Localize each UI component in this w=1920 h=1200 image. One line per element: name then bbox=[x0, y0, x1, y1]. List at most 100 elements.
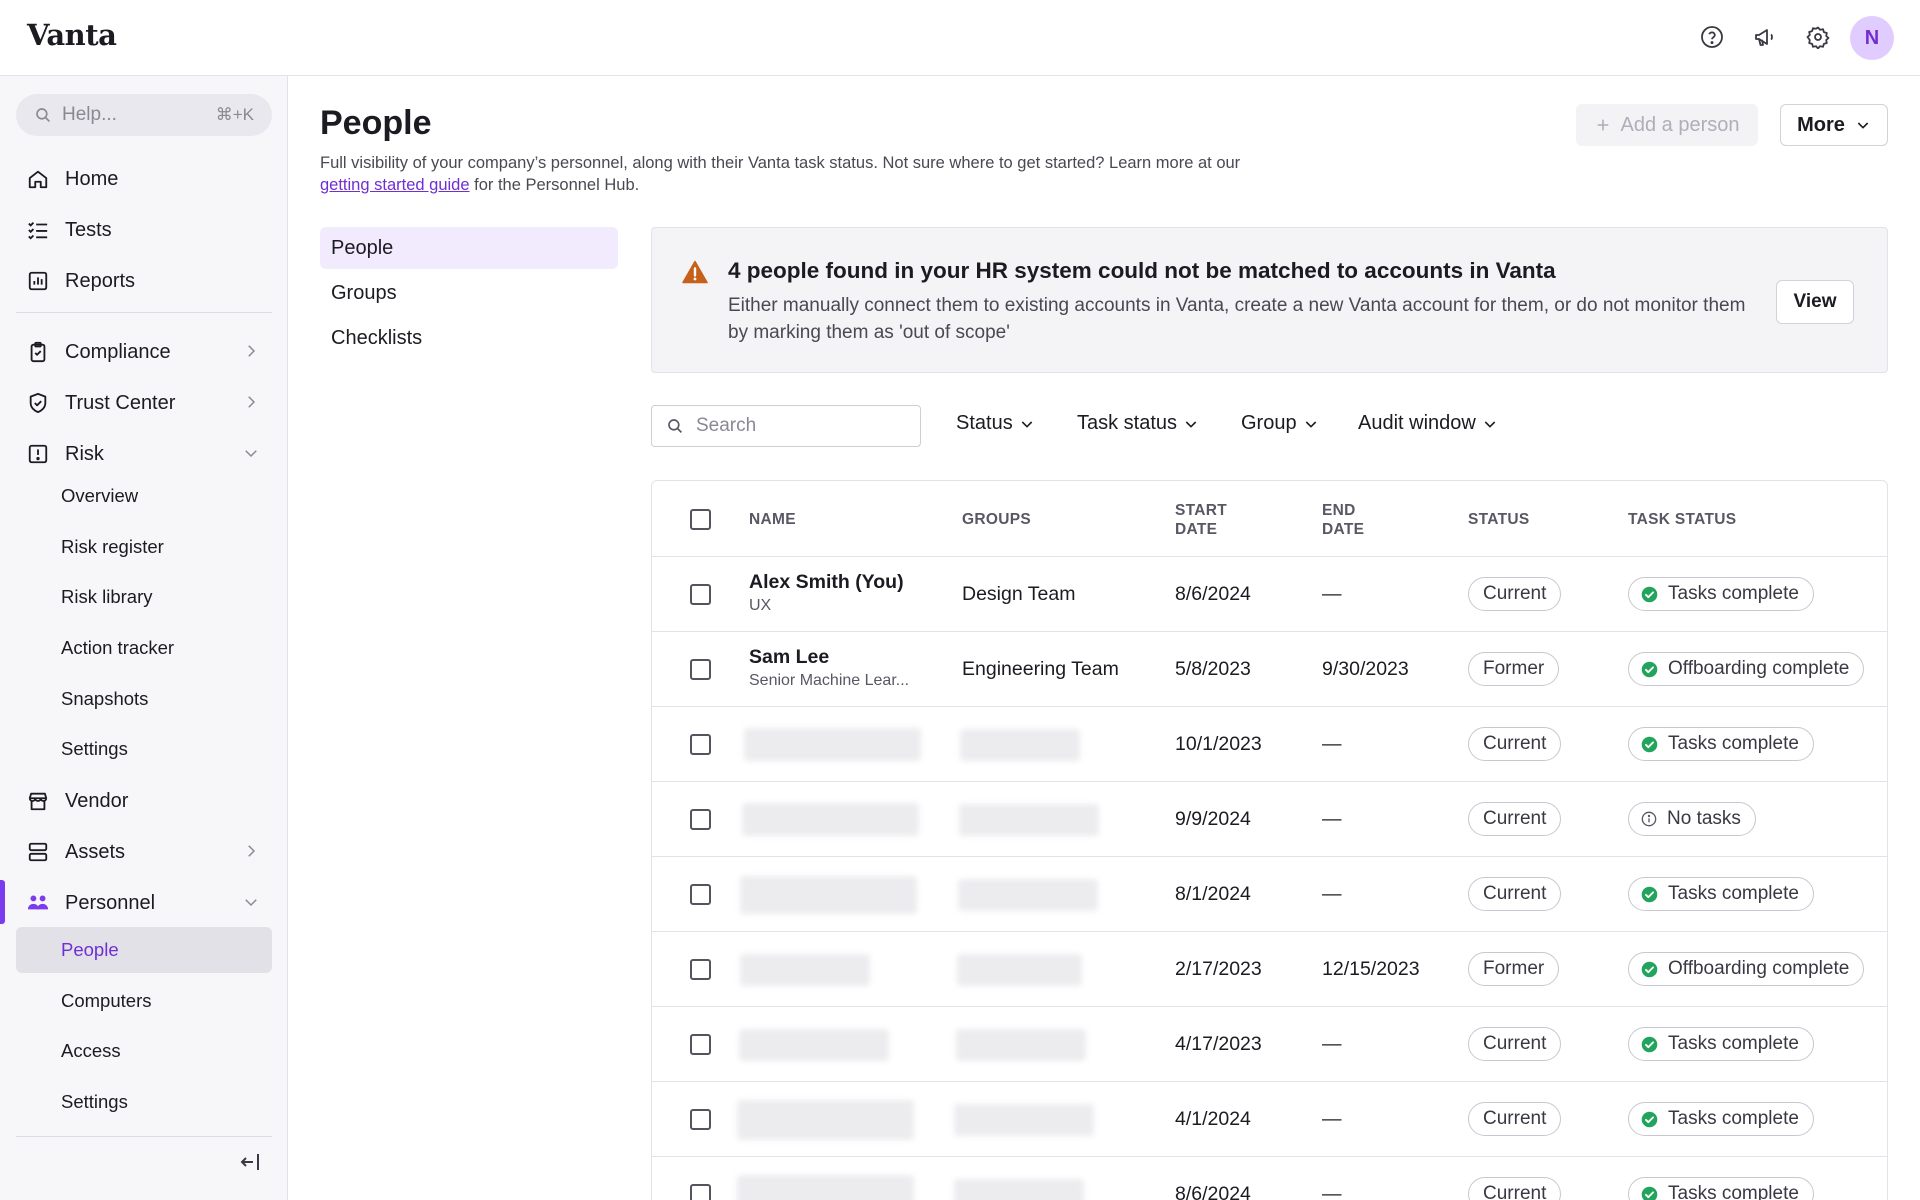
redacted-name bbox=[739, 1028, 889, 1061]
group-filter[interactable]: Group bbox=[1241, 412, 1319, 435]
getting-started-guide-link[interactable]: getting started guide bbox=[320, 176, 470, 194]
table-row[interactable]: 4/17/2023 — Current Tasks complete bbox=[652, 1006, 1887, 1081]
user-avatar[interactable]: N bbox=[1850, 16, 1894, 60]
end-date: — bbox=[1322, 1108, 1342, 1130]
row-checkbox[interactable] bbox=[690, 659, 711, 680]
sidebar-item-vendor[interactable]: Vendor bbox=[16, 778, 272, 824]
help-search[interactable]: Help... ⌘+K bbox=[16, 94, 272, 136]
help-icon[interactable] bbox=[1697, 22, 1727, 52]
announcement-icon[interactable] bbox=[1750, 22, 1780, 52]
sidebar-item-home[interactable]: Home bbox=[16, 156, 272, 202]
sidebar-item-label: Risk bbox=[65, 442, 104, 465]
table-row[interactable]: 8/6/2024 — Current Tasks complete bbox=[652, 1156, 1887, 1200]
start-date: 4/17/2023 bbox=[1175, 1033, 1262, 1055]
sidebar-item-assets[interactable]: Assets bbox=[16, 829, 272, 875]
task-status-badge: Tasks complete bbox=[1628, 1027, 1814, 1061]
row-checkbox[interactable] bbox=[690, 1034, 711, 1055]
row-checkbox[interactable] bbox=[690, 1184, 711, 1200]
people-search-input[interactable]: Search bbox=[651, 405, 921, 447]
sidebar-item-label: Assets bbox=[65, 840, 126, 863]
sidebar-item-tests[interactable]: Tests bbox=[16, 207, 272, 253]
task-status-badge: No tasks bbox=[1628, 802, 1756, 836]
row-checkbox[interactable] bbox=[690, 959, 711, 980]
end-date: — bbox=[1322, 808, 1342, 830]
status-filter[interactable]: Status bbox=[956, 412, 1035, 435]
status-badge: Current bbox=[1468, 727, 1562, 761]
column-header-task-status[interactable]: TASK STATUS bbox=[1628, 510, 1736, 529]
sidebar-sub-access[interactable]: Access bbox=[16, 1028, 272, 1074]
task-status-label: Tasks complete bbox=[1668, 1033, 1799, 1054]
check-circle-icon bbox=[1641, 961, 1658, 977]
check-circle-icon bbox=[1641, 736, 1658, 752]
view-button[interactable]: View bbox=[1776, 280, 1854, 324]
table-row[interactable]: Sam Lee Senior Machine Lear... Engineering… bbox=[652, 631, 1887, 706]
sidebar-sub-risk-overview[interactable]: Overview bbox=[16, 473, 272, 519]
search-placeholder: Search bbox=[696, 415, 757, 436]
row-checkbox[interactable] bbox=[690, 734, 711, 755]
help-search-placeholder: Help... bbox=[62, 104, 117, 125]
redacted-name bbox=[744, 728, 921, 761]
table-row[interactable]: 10/1/2023 — Current Tasks complete bbox=[652, 706, 1887, 781]
table-row[interactable]: 8/1/2024 — Current Tasks complete bbox=[652, 856, 1887, 931]
sidebar-item-risk[interactable]: Risk bbox=[16, 431, 272, 477]
check-circle-icon bbox=[1641, 1111, 1658, 1127]
end-date: — bbox=[1322, 1183, 1342, 1200]
person-name[interactable]: Sam Lee bbox=[749, 646, 829, 669]
sidebar-sub-people[interactable]: People bbox=[16, 927, 272, 973]
table-row[interactable]: 4/1/2024 — Current Tasks complete bbox=[652, 1081, 1887, 1156]
chevron-right-icon bbox=[242, 393, 260, 411]
start-date: 4/1/2024 bbox=[1175, 1108, 1251, 1130]
row-checkbox[interactable] bbox=[690, 809, 711, 830]
more-button[interactable]: More bbox=[1780, 104, 1888, 146]
gear-icon[interactable] bbox=[1803, 22, 1833, 52]
table-row[interactable]: 9/9/2024 — Current No tasks bbox=[652, 781, 1887, 856]
sidebar-sub-risk-register[interactable]: Risk register bbox=[16, 524, 272, 570]
row-checkbox[interactable] bbox=[690, 584, 711, 605]
end-date: — bbox=[1322, 883, 1342, 905]
table-row[interactable]: Alex Smith (You) UX Design Team 8/6/2024 — Cu… bbox=[652, 556, 1887, 631]
table-row[interactable]: 2/17/2023 12/15/2023 Former Offboarding com… bbox=[652, 931, 1887, 1006]
add-person-button[interactable]: Add a person bbox=[1576, 104, 1758, 146]
sidebar-sub-snapshots[interactable]: Snapshots bbox=[16, 676, 272, 722]
warning-icon bbox=[682, 260, 708, 284]
column-header-start-date[interactable]: START DATE bbox=[1175, 501, 1227, 539]
sidebar-sub-risk-settings[interactable]: Settings bbox=[16, 726, 272, 772]
person-name[interactable]: Alex Smith (You) bbox=[749, 571, 904, 594]
vanta-logo[interactable]: Vanta bbox=[27, 18, 117, 52]
subnav-people[interactable]: People bbox=[320, 227, 618, 269]
chevron-down-icon bbox=[242, 444, 260, 462]
top-bar: Vanta N bbox=[0, 0, 1920, 76]
sidebar-item-reports[interactable]: Reports bbox=[16, 258, 272, 304]
column-header-status[interactable]: STATUS bbox=[1468, 510, 1530, 529]
collapse-sidebar-icon[interactable] bbox=[238, 1150, 262, 1174]
check-circle-icon bbox=[1641, 586, 1658, 602]
sidebar-item-label: Trust Center bbox=[65, 391, 176, 414]
search-icon bbox=[36, 108, 50, 122]
sidebar-sub-action-tracker[interactable]: Action tracker bbox=[16, 625, 272, 671]
task-status-filter[interactable]: Task status bbox=[1077, 412, 1199, 435]
column-header-groups[interactable]: GROUPS bbox=[962, 510, 1031, 529]
row-checkbox[interactable] bbox=[690, 1109, 711, 1130]
sidebar-sub-risk-library[interactable]: Risk library bbox=[16, 574, 272, 620]
task-status-label: Tasks complete bbox=[1668, 1183, 1799, 1200]
subnav-groups[interactable]: Groups bbox=[320, 272, 618, 314]
sidebar-item-trust-center[interactable]: Trust Center bbox=[16, 380, 272, 426]
header-line: END bbox=[1322, 502, 1356, 519]
sidebar-item-label: Home bbox=[65, 167, 119, 190]
row-checkbox[interactable] bbox=[690, 884, 711, 905]
sidebar-sub-personnel-settings[interactable]: Settings bbox=[16, 1079, 272, 1125]
subnav-checklists[interactable]: Checklists bbox=[320, 317, 618, 359]
sidebar-item-personnel[interactable]: Personnel bbox=[16, 880, 272, 926]
task-status-badge: Tasks complete bbox=[1628, 577, 1814, 611]
task-status-label: No tasks bbox=[1667, 808, 1741, 829]
chevron-down-icon bbox=[1305, 420, 1316, 428]
task-status-badge: Offboarding complete bbox=[1628, 952, 1865, 986]
select-all-checkbox[interactable] bbox=[690, 509, 711, 530]
risk-icon bbox=[26, 442, 50, 466]
column-header-name[interactable]: NAME bbox=[749, 510, 796, 529]
column-header-end-date[interactable]: END DATE bbox=[1322, 501, 1364, 539]
sidebar-item-compliance[interactable]: Compliance bbox=[16, 329, 272, 375]
sidebar-sub-computers[interactable]: Computers bbox=[16, 978, 272, 1024]
audit-window-filter[interactable]: Audit window bbox=[1358, 412, 1498, 435]
active-section-indicator bbox=[0, 880, 5, 924]
